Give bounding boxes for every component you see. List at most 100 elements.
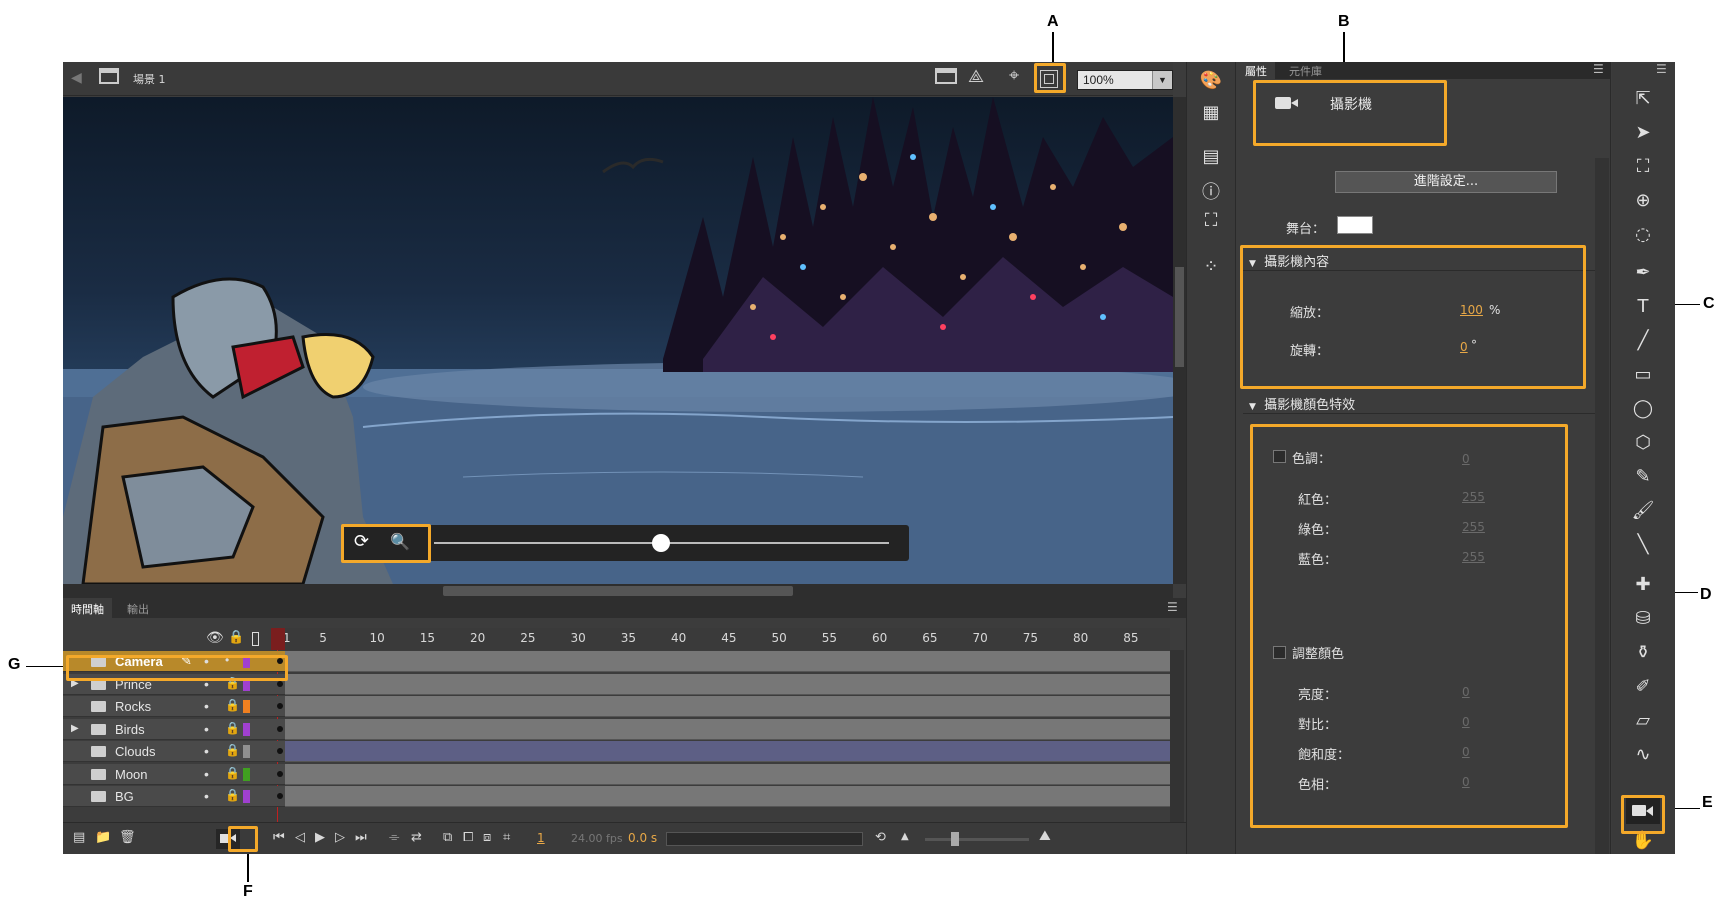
rewind-icon[interactable]: ⟲ [875, 830, 886, 845]
layer-color-swatch[interactable] [243, 768, 250, 781]
stage-vertical-scrollbar[interactable] [1173, 97, 1186, 584]
eraser-tool-icon[interactable]: ▱ [1628, 710, 1658, 731]
playhead-marker[interactable] [271, 628, 285, 650]
outline-header-icon[interactable] [252, 632, 259, 646]
first-frame-icon[interactable]: ⏮ [273, 830, 285, 845]
layer-row[interactable]: Moon • 🔒 [63, 764, 285, 785]
align-icon[interactable]: ▤ [1196, 146, 1226, 167]
lock-icon[interactable]: 🔒 [225, 698, 240, 712]
lasso-tool-icon[interactable]: ◌ [1628, 224, 1658, 245]
new-layer-icon[interactable]: ▤ [73, 830, 85, 845]
keyframe-dot[interactable] [277, 726, 283, 732]
layer-row[interactable]: BG • 🔒 [63, 786, 285, 807]
tab-library[interactable]: 元件庫 [1281, 62, 1330, 79]
line-tool-icon[interactable]: ╱ [1628, 330, 1658, 351]
oval-tool-icon[interactable]: ◯ [1628, 398, 1658, 419]
bone-tool-icon[interactable]: ✚ [1628, 574, 1658, 595]
selection-tool-icon[interactable]: ⇱ [1628, 88, 1658, 109]
layer-row[interactable]: Rocks • 🔒 [63, 696, 285, 717]
edit-symbol-icon[interactable]: ⟁ [968, 66, 984, 87]
visibility-dot[interactable]: • [204, 766, 209, 782]
tab-output[interactable]: 輸出 [119, 598, 157, 618]
layer-frames[interactable] [277, 696, 1170, 717]
expand-folder-icon[interactable]: ▶ [71, 723, 79, 734]
layer-frames[interactable] [277, 741, 1170, 762]
hscroll-thumb[interactable] [443, 586, 793, 596]
layer-frames[interactable] [277, 764, 1170, 785]
panel-menu-icon[interactable]: ☰ [1656, 62, 1667, 76]
timeline-hscroll[interactable] [666, 832, 863, 846]
swatches-grid-icon[interactable]: ▦ [1196, 102, 1226, 123]
stage-horizontal-scrollbar[interactable] [63, 584, 1173, 598]
center-frame-icon[interactable]: ⌯ [389, 830, 399, 845]
layer-name[interactable]: Birds [115, 722, 145, 737]
tab-timeline[interactable]: 時間軸 [63, 598, 112, 618]
layer-color-swatch[interactable] [243, 700, 250, 713]
frame-ruler[interactable]: 1 5 10 15 20 25 30 35 40 45 50 55 60 65 70 75 80 85 [283, 628, 1170, 650]
last-frame-icon[interactable]: ⏭ [355, 830, 367, 845]
eye-icon[interactable]: 👁 [206, 630, 224, 646]
stage-color-swatch[interactable] [1337, 216, 1373, 234]
info-icon[interactable]: ⓘ [1196, 178, 1226, 204]
zoom-in-icon[interactable]: ⛰ [1039, 828, 1051, 844]
lock-icon[interactable]: 🔒 [225, 721, 240, 735]
visibility-dot[interactable]: • [204, 788, 209, 804]
advanced-settings-button[interactable]: 進階設定... [1335, 171, 1557, 193]
keyframe-dot[interactable] [277, 681, 283, 687]
onion-skin-icon[interactable]: ⧉ [443, 830, 452, 845]
motion-presets-icon[interactable]: ⁘ [1196, 256, 1226, 277]
timeline-zoom-knob[interactable] [951, 832, 959, 846]
play-icon[interactable]: ▶ [315, 830, 325, 845]
free-transform-tool-icon[interactable]: ⛶ [1628, 156, 1658, 177]
paint-brush-tool-icon[interactable]: 🖌 [1628, 500, 1658, 521]
timeline-zoom-slider[interactable] [925, 838, 1029, 841]
paint-bucket-tool-icon[interactable]: ⛁ [1628, 608, 1658, 629]
properties-scrollbar[interactable] [1595, 158, 1609, 854]
subselection-tool-icon[interactable]: ➤ [1628, 122, 1658, 143]
delete-layer-icon[interactable]: 🗑 [119, 830, 136, 845]
layer-frames[interactable] [277, 786, 1170, 807]
layer-frames[interactable] [277, 674, 1170, 695]
step-forward-icon[interactable]: ▷ [335, 830, 345, 845]
back-arrow-icon[interactable]: ◀ [71, 70, 82, 86]
lock-icon[interactable]: 🔒 [225, 788, 240, 802]
layer-name[interactable]: Clouds [115, 744, 155, 759]
layer-color-swatch[interactable] [243, 790, 250, 803]
new-folder-icon[interactable]: 📁 [95, 830, 111, 845]
layer-name[interactable]: Moon [115, 767, 148, 782]
layer-frames[interactable] [277, 651, 1170, 672]
visibility-dot[interactable]: • [204, 743, 209, 759]
camera-slider-knob[interactable] [652, 534, 670, 552]
pencil-tool-icon[interactable]: ✎ [1628, 466, 1658, 487]
onion-outline-icon[interactable]: ⧠ [463, 830, 473, 845]
color-palette-icon[interactable]: 🎨 [1196, 70, 1226, 91]
width-tool-icon[interactable]: ∿ [1628, 744, 1658, 765]
transform-icon[interactable]: ⛶ [1196, 210, 1226, 231]
layer-color-swatch[interactable] [243, 745, 250, 758]
keyframe-dot[interactable] [277, 748, 283, 754]
vscroll-thumb[interactable] [1175, 267, 1184, 367]
keyframe-dot[interactable] [277, 771, 283, 777]
layer-name[interactable]: BG [115, 789, 134, 804]
tab-properties[interactable]: 屬性 [1237, 62, 1275, 79]
section-color-effect[interactable]: ▼ 攝影機顏色特效 [1243, 390, 1598, 414]
elapsed-time[interactable]: 0.0 s [628, 831, 657, 845]
layer-frames[interactable] [277, 719, 1170, 740]
polygon-tool-icon[interactable]: ⬡ [1628, 432, 1658, 453]
brush-tool-icon[interactable]: ╲ [1628, 534, 1658, 555]
lock-icon[interactable]: 🔒 [225, 743, 240, 757]
current-frame[interactable]: 1 [537, 831, 545, 845]
ink-bottle-tool-icon[interactable]: ⚱ [1628, 642, 1658, 663]
rectangle-tool-icon[interactable]: ▭ [1628, 364, 1658, 385]
edit-multiple-icon[interactable]: ⧈ [483, 830, 491, 845]
pen-tool-icon[interactable]: ✒ [1628, 262, 1658, 283]
layer-row[interactable]: Clouds • 🔒 [63, 741, 285, 762]
visibility-dot[interactable]: • [204, 698, 209, 714]
loop-icon[interactable]: ⇄ [411, 830, 422, 845]
layer-name[interactable]: Rocks [115, 699, 151, 714]
lock-header-icon[interactable]: 🔒 [228, 630, 244, 645]
text-tool-icon[interactable]: T [1628, 296, 1658, 317]
panel-menu-icon[interactable]: ☰ [1167, 600, 1178, 614]
fps-value[interactable]: 24.00 fps [571, 832, 623, 845]
timeline-vscroll[interactable] [1170, 650, 1184, 822]
